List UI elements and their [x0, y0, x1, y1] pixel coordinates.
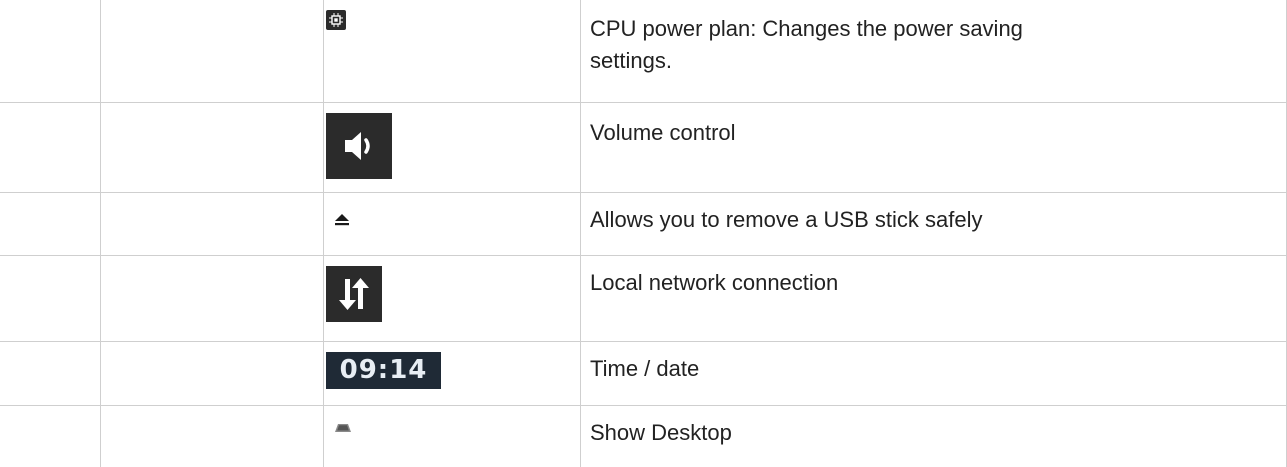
table-row: Allows you to remove a USB stick safely: [0, 192, 1287, 255]
eject-icon: [335, 214, 349, 226]
description-text: settings.: [590, 48, 672, 73]
icon-cell: [335, 420, 351, 438]
table-row: Local network connection: [0, 255, 1287, 341]
clock-icon: 09:14: [326, 352, 441, 389]
description-text: Show Desktop: [590, 420, 732, 445]
description-cell: CPU power plan: Changes the power saving…: [590, 13, 1023, 77]
description-text: Local network connection: [590, 270, 839, 295]
taskbar-icon-table: CPU power plan: Changes the power saving…: [0, 0, 1287, 467]
table-row: 09:14 Time / date: [0, 341, 1287, 405]
table-row: CPU power plan: Changes the power saving…: [0, 0, 1287, 102]
network-arrows-icon: [326, 266, 382, 322]
cpu-chip-icon: [326, 10, 346, 30]
description-text: Time / date: [590, 356, 700, 381]
show-desktop-icon: [335, 424, 351, 432]
table-row: Show Desktop: [0, 405, 1287, 467]
description-text: Volume control: [590, 120, 736, 145]
icon-cell: [326, 266, 382, 322]
icon-cell: [326, 113, 392, 179]
icon-cell: [326, 10, 346, 30]
table-row: Volume control: [0, 102, 1287, 192]
volume-speaker-icon: [326, 113, 392, 179]
icon-cell: 09:14: [326, 352, 441, 389]
description-text: CPU power plan: Changes the power saving: [590, 16, 1023, 41]
icon-cell: [335, 213, 349, 231]
description-text: Allows you to remove a USB stick safely: [590, 207, 983, 232]
